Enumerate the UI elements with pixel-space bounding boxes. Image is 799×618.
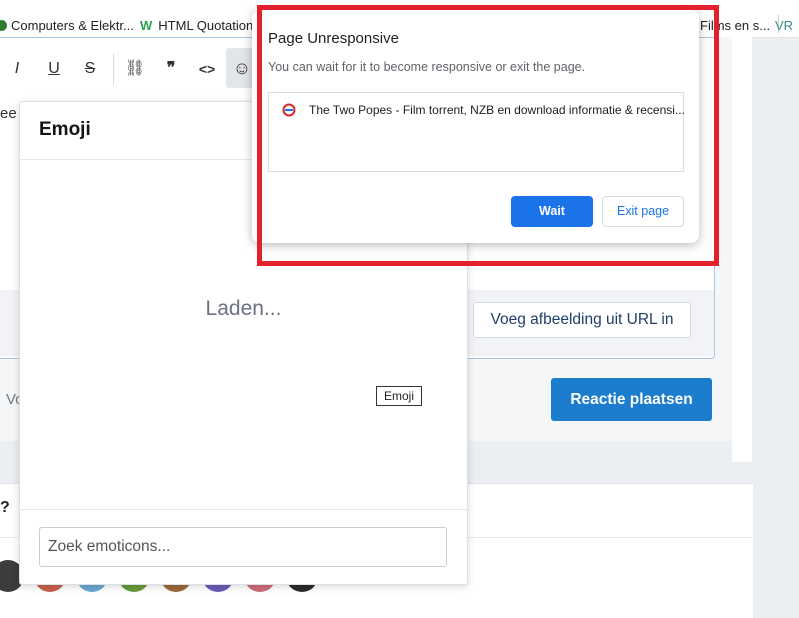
code-icon[interactable]: <>: [194, 56, 220, 82]
italic-icon[interactable]: I: [4, 56, 30, 82]
emoji-search-input[interactable]: [39, 527, 447, 567]
side-panel: [732, 37, 752, 462]
section-heading: ?: [0, 499, 10, 516]
link-icon[interactable]: ⛓: [122, 56, 148, 82]
globe-icon: [0, 20, 7, 31]
emoji-popup-title: Emoji: [39, 119, 91, 140]
editor-toolbar: I U S ⛓ ❞ <> ☺: [0, 47, 260, 89]
post-reply-button[interactable]: Reactie plaatsen: [551, 378, 712, 421]
vr-logo-icon[interactable]: VR: [775, 18, 793, 33]
insert-image-url-button[interactable]: Voeg afbeelding uit URL in: [473, 302, 691, 338]
tooltip: Emoji: [376, 386, 423, 406]
strikethrough-icon[interactable]: S: [77, 56, 103, 82]
bookmark-item[interactable]: W HTML Quotation: [140, 18, 253, 33]
bookmark-item[interactable]: Computers & Elektr...: [0, 18, 134, 33]
toolbar-divider: [113, 53, 114, 85]
underline-icon[interactable]: U: [41, 56, 67, 82]
divider: [20, 509, 467, 510]
highlight-box: [257, 5, 719, 266]
editor-text: ee: [0, 105, 17, 122]
quote-icon[interactable]: ❞: [158, 56, 184, 82]
loading-text: Laden...: [205, 297, 282, 320]
w-logo-icon: W: [140, 18, 153, 33]
